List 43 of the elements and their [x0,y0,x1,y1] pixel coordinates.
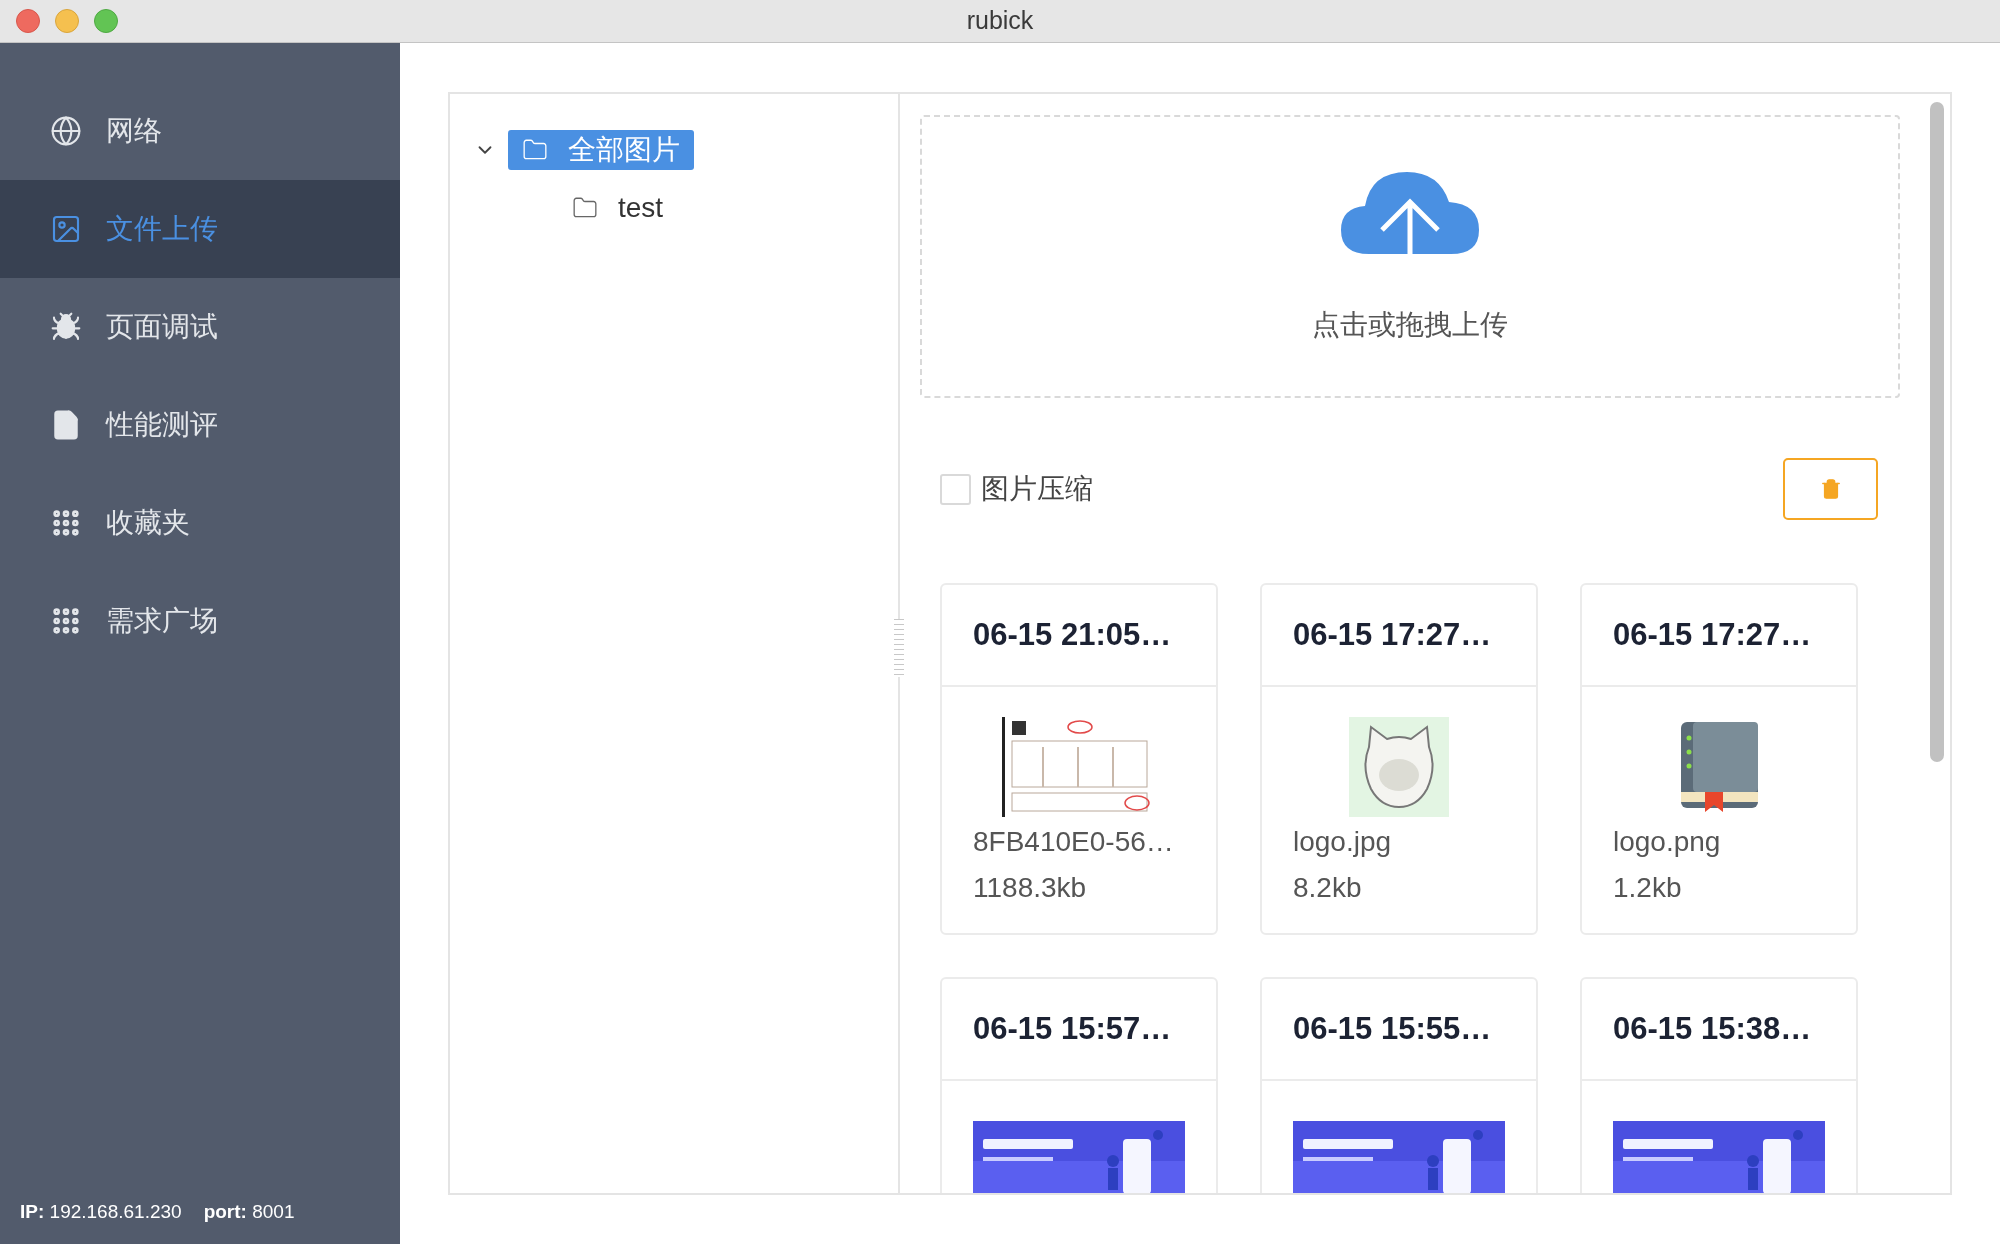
card-title: 06-15 21:05… [973,615,1172,654]
status-text: IP: 192.168.61.230 [20,1199,182,1224]
file-card[interactable]: 06-15 17:27… logo.jpg 8.2kb [1260,583,1538,935]
file-card[interactable]: 06-15 15:57… [940,977,1218,1193]
card-title: 06-15 15:55… [1293,1009,1492,1048]
checkbox[interactable] [940,473,971,505]
card-title: 06-15 15:38… [1613,1009,1812,1048]
file-card[interactable]: 06-15 15:55… [1260,977,1538,1193]
upload-hint: 点击或拖拽上传 [1312,307,1508,342]
minimize-button[interactable] [55,9,79,33]
bug-icon [50,311,82,343]
close-button[interactable] [16,9,40,33]
trash-icon [1819,478,1842,500]
scrollbar[interactable] [1930,102,1944,762]
card-title: 06-15 17:27… [1293,615,1492,654]
file-name: logo.jpg [1293,825,1393,859]
file-name: logo.png [1613,825,1722,859]
file-card[interactable]: 06-15 15:38… [1580,977,1858,1193]
checkbox-label: 图片压缩 [981,472,1093,506]
sidebar-item[interactable]: 收藏夹 [0,474,400,572]
grid-icon [50,605,82,637]
card-title: 06-15 15:57… [973,1009,1172,1048]
tree-item[interactable]: test [558,188,678,228]
sidebar-item[interactable]: 页面调试 [0,278,400,376]
delete-button[interactable] [1783,458,1878,520]
book-icon [1680,722,1758,812]
file-size: 1188.3kb [973,871,1088,905]
grid-icon [50,507,82,539]
sidebar-item[interactable]: 网络 [0,82,400,180]
file-card[interactable]: 06-15 17:27… logo.png 1.2kb [1580,583,1858,935]
sidebar-item[interactable]: 性能测评 [0,376,400,474]
upload-area[interactable]: 点击或拖拽上传 [920,115,1900,398]
maximize-button[interactable] [94,9,118,33]
file-name: 8FB410E0-56… [973,825,1175,859]
card-title: 06-15 17:27… [1613,615,1812,654]
file-card[interactable]: 06-15 21:05… 8FB410E0-56… 1188.3kb [940,583,1218,935]
file-size: 1.2kb [1613,871,1683,905]
sidebar-item[interactable]: 需求广场 [0,572,400,670]
globe-icon [50,115,82,147]
image-icon [50,213,82,245]
file-size: 8.2kb [1293,871,1363,905]
status-text: port: 8001 [203,1199,295,1224]
window-title: rubick [966,5,1034,37]
